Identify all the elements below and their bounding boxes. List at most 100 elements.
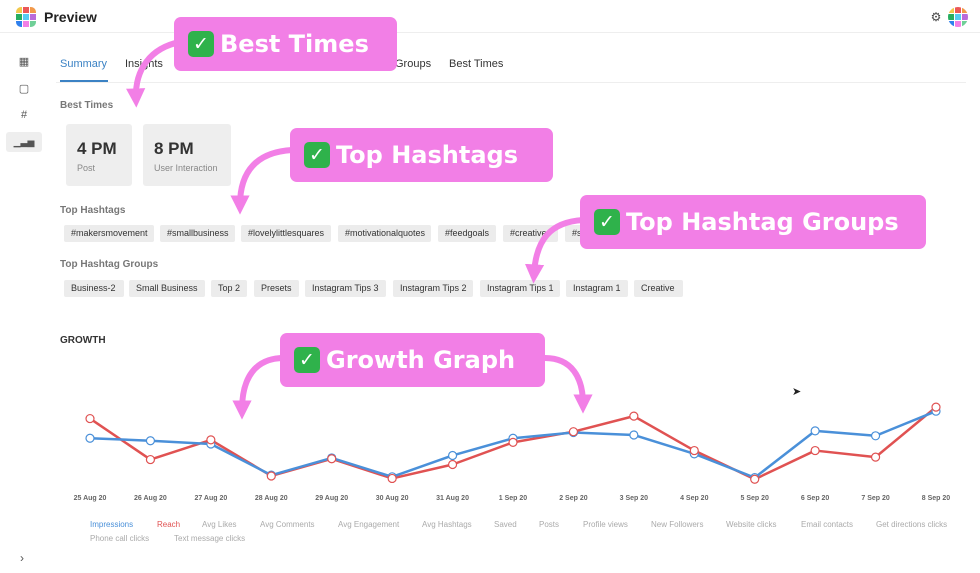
hashtag-group-chip[interactable]: Instagram Tips 2 [393, 280, 473, 297]
data-point-impressions[interactable] [145, 436, 156, 446]
hashtag-chip[interactable]: #feedgoals [438, 225, 496, 242]
legend-item-email-contacts[interactable]: Email contacts [801, 520, 853, 529]
logo-tile [948, 7, 954, 13]
legend-item-avg-engagement[interactable]: Avg Engagement [338, 520, 399, 529]
logo-tile [23, 21, 29, 27]
data-point-reach[interactable] [810, 445, 820, 456]
check-icon: ✓ [594, 209, 620, 235]
data-point-impressions[interactable] [85, 433, 95, 443]
hashtag-chip[interactable]: #motivationalquotes [338, 225, 431, 242]
logo-tile [30, 21, 36, 27]
legend-item-new-followers[interactable]: New Followers [651, 520, 703, 529]
legend-item-avg-comments[interactable]: Avg Comments [260, 520, 315, 529]
avatar-icon[interactable] [948, 7, 968, 27]
best-time-value: 4 PM [77, 139, 117, 158]
growth-heading: GROWTH [60, 335, 106, 346]
legend-item-reach[interactable]: Reach [157, 520, 180, 529]
hashtag-group-chip[interactable]: Instagram 1 [566, 280, 628, 297]
top-hashtag-groups-heading: Top Hashtag Groups [60, 259, 159, 270]
legend-item-get-directions-clicks[interactable]: Get directions clicks [876, 520, 947, 529]
grid-icon[interactable]: ▦ [6, 51, 42, 71]
x-tick-label: 7 Sep 20 [861, 495, 890, 502]
data-point-reach[interactable] [870, 452, 881, 462]
data-point-reach[interactable] [387, 473, 397, 484]
logo-tile [16, 14, 22, 20]
app-title: Preview [44, 9, 97, 25]
legend-item-avg-likes[interactable]: Avg Likes [202, 520, 237, 529]
callout-label: Top Hashtag Groups [626, 208, 899, 236]
x-tick-label: 31 Aug 20 [436, 495, 469, 502]
data-point-reach[interactable] [85, 413, 95, 424]
callout-label: Growth Graph [326, 346, 516, 374]
legend-item-website-clicks[interactable]: Website clicks [726, 520, 777, 529]
hashtag-group-chip[interactable]: Business-2 [64, 280, 124, 297]
hashtag-icon[interactable]: # [6, 105, 42, 125]
x-tick-label: 25 Aug 20 [74, 495, 107, 502]
mouse-cursor-icon: ➤ [792, 386, 802, 398]
data-point-reach[interactable] [145, 454, 156, 465]
data-point-reach[interactable] [206, 435, 216, 445]
data-point-impressions[interactable] [629, 430, 639, 440]
logo-tile [23, 7, 29, 13]
logo-tile [962, 7, 968, 13]
logo-tile [955, 14, 961, 20]
x-tick-label: 30 Aug 20 [376, 495, 409, 502]
hashtag-group-chip[interactable]: Instagram Tips 3 [305, 280, 386, 297]
data-point-reach[interactable] [750, 474, 760, 484]
chevron-right-icon[interactable]: › [15, 551, 29, 565]
best-time-post-card: 4 PM Post [66, 124, 132, 186]
hashtag-group-chip[interactable]: Top 2 [211, 280, 247, 297]
data-point-impressions[interactable] [870, 431, 881, 441]
legend-item-phone-call-clicks[interactable]: Phone call clicks [90, 534, 149, 543]
logo-tile [955, 21, 961, 27]
data-point-reach[interactable] [931, 402, 941, 412]
data-point-impressions[interactable] [447, 450, 458, 461]
logo-tile [962, 14, 968, 20]
legend-item-posts[interactable]: Posts [539, 520, 559, 529]
x-tick-label: 29 Aug 20 [315, 495, 348, 502]
logo-tile [16, 21, 22, 27]
check-icon: ✓ [294, 347, 320, 373]
data-point-reach[interactable] [568, 427, 579, 437]
hashtag-chip[interactable]: #makersmovement [64, 225, 154, 242]
legend-item-saved[interactable]: Saved [494, 520, 517, 529]
top-hashtags-heading: Top Hashtags [60, 205, 126, 216]
best-time-value: 8 PM [154, 139, 194, 158]
gear-icon[interactable]: ⚙ [929, 10, 943, 24]
hashtag-chip[interactable]: #lovelylittlesquares [241, 225, 331, 242]
hashtag-group-chip[interactable]: Creative [634, 280, 683, 297]
logo-tile [30, 7, 36, 13]
analytics-icon[interactable]: ▁▃▅ [6, 132, 42, 152]
tab-summary[interactable]: Summary [60, 58, 107, 70]
top-bar: Preview ⚙ [0, 0, 980, 33]
callout-label: Top Hashtags [336, 141, 518, 169]
data-point-reach[interactable] [629, 411, 639, 421]
hashtag-group-chip[interactable]: Presets [254, 280, 299, 297]
tab-groups[interactable]: Groups [395, 58, 431, 70]
legend-item-profile-views[interactable]: Profile views [583, 520, 628, 529]
legend-item-impressions[interactable]: Impressions [90, 520, 133, 529]
hashtag-group-chip[interactable]: Instagram Tips 1 [480, 280, 560, 297]
tab-insights[interactable]: Insights [125, 58, 163, 70]
data-point-impressions[interactable] [810, 426, 820, 436]
tab-best-times[interactable]: Best Times [449, 58, 503, 70]
sidebar: ▦ ▢ # ▁▃▅ › [0, 33, 48, 573]
x-tick-label: 5 Sep 20 [741, 495, 770, 502]
legend-item-avg-hashtags[interactable]: Avg Hashtags [422, 520, 472, 529]
logo-tile [955, 7, 961, 13]
logo-tile [30, 14, 36, 20]
hashtag-group-chip[interactable]: Small Business [129, 280, 205, 297]
data-point-reach[interactable] [447, 459, 458, 470]
hashtag-chip[interactable]: #smallbusiness [160, 225, 235, 242]
hashtag-chip[interactable]: #creative [503, 225, 558, 242]
data-point-reach[interactable] [508, 437, 518, 447]
data-point-reach[interactable] [327, 454, 337, 464]
x-tick-label: 4 Sep 20 [680, 495, 709, 502]
best-times-heading: Best Times [60, 100, 114, 111]
x-tick-label: 26 Aug 20 [134, 495, 167, 502]
calendar-icon[interactable]: ▢ [6, 78, 42, 98]
data-point-reach[interactable] [689, 445, 699, 456]
app-logo [16, 7, 36, 27]
legend-item-text-message-clicks[interactable]: Text message clicks [174, 534, 245, 543]
data-point-reach[interactable] [266, 471, 276, 481]
